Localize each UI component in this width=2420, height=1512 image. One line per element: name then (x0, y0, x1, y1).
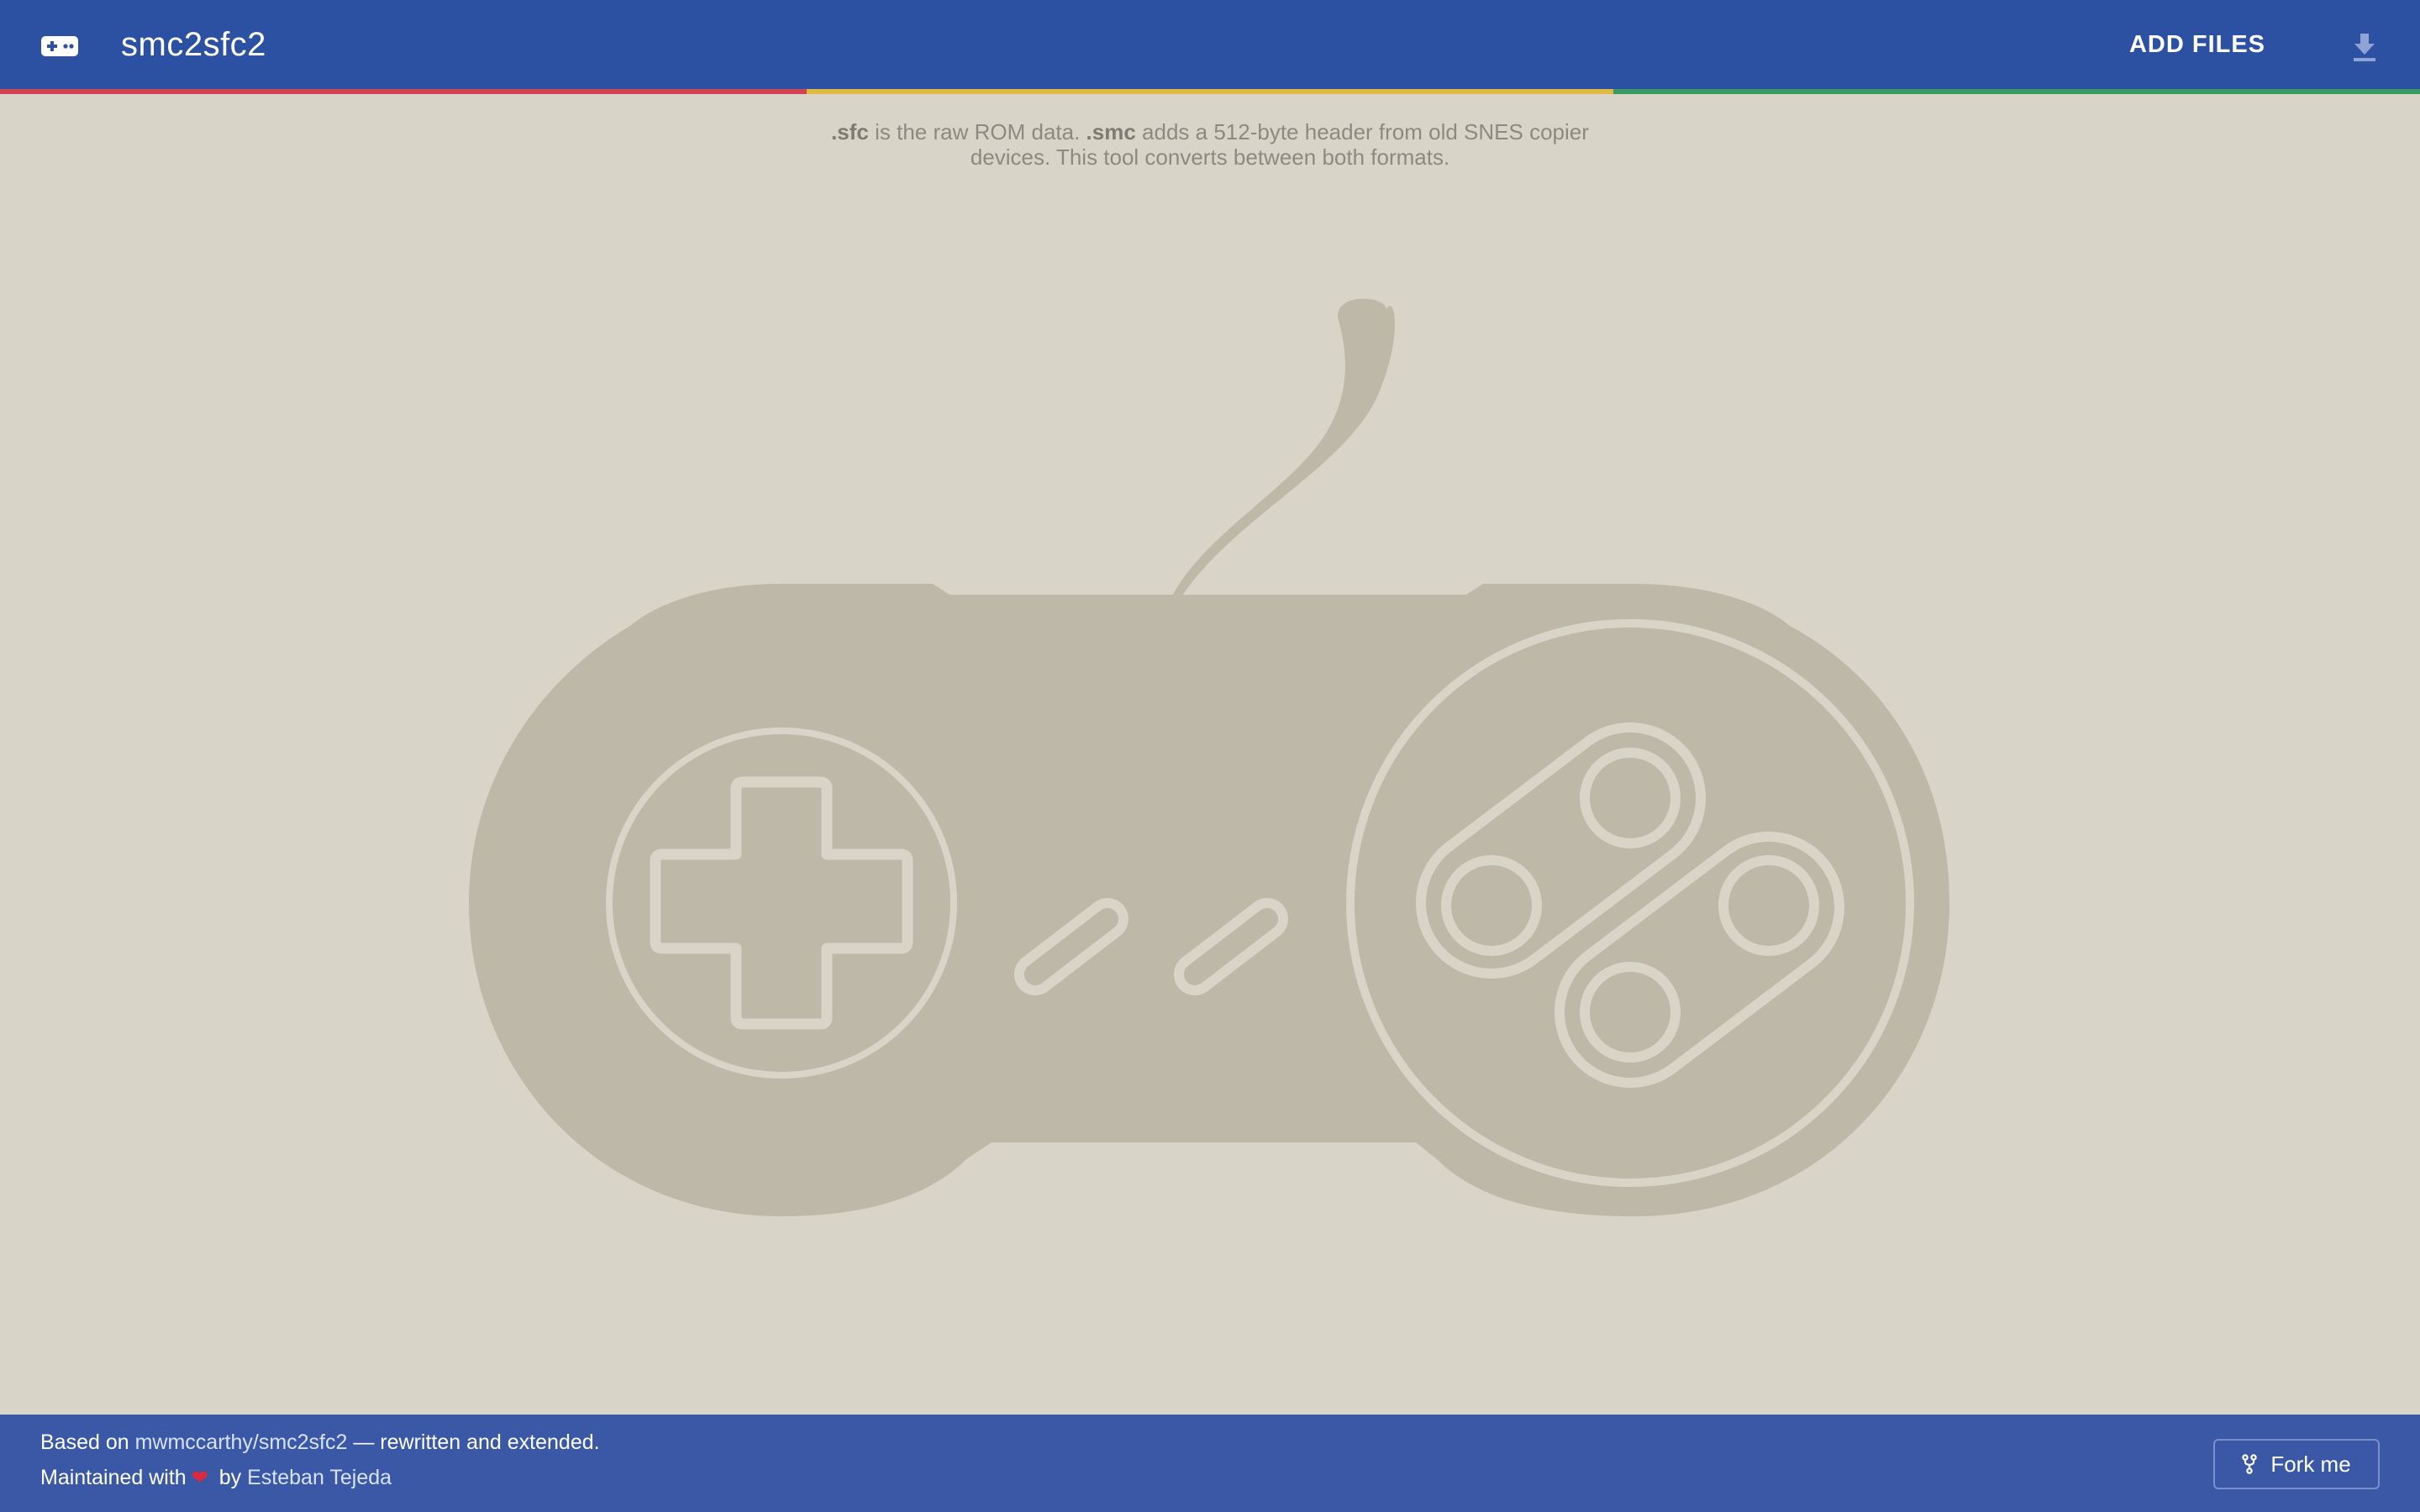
download-button[interactable] (2346, 30, 2383, 64)
git-fork-icon (2242, 1454, 2258, 1474)
intro-text-part-1: is the raw ROM data. (868, 119, 1086, 144)
header-stripe-yellow (807, 89, 1613, 94)
app-footer (0, 1415, 2420, 1512)
intro-text: .sfc is the raw ROM data. .smc adds a 51… (790, 119, 1630, 170)
footer-credit-line: Based on mwmccarthy/smc2sfc2 — rewritten… (40, 1431, 600, 1455)
based-on-suffix: — rewritten and extended. (347, 1431, 600, 1454)
footer-maintainer-line: Maintained with ❤ by Esteban Tejeda (40, 1466, 392, 1490)
fork-me-button[interactable]: Fork me (2213, 1439, 2380, 1489)
header-stripe-green (1613, 89, 2420, 94)
gamepad-icon (41, 36, 78, 56)
app-title: smc2sfc2 (121, 25, 266, 63)
heart-icon: ❤ (191, 1467, 208, 1489)
smc-extension: .smc (1086, 119, 1136, 144)
maintained-by-text: by (213, 1466, 248, 1489)
author-link[interactable]: Esteban Tejeda (247, 1466, 392, 1489)
header-stripe-red (0, 89, 807, 94)
add-files-button[interactable]: ADD FILES (2118, 0, 2277, 89)
sfc-extension: .sfc (831, 119, 869, 144)
app-header: smc2sfc2 ADD FILES (0, 0, 2420, 89)
based-on-prefix: Based on (40, 1431, 135, 1454)
snes-controller-icon (469, 298, 1949, 1216)
maintained-prefix: Maintained with (40, 1466, 187, 1489)
source-repo-link[interactable]: mwmccarthy/smc2sfc2 (135, 1431, 348, 1454)
fork-me-label: Fork me (2270, 1451, 2351, 1477)
download-icon (2354, 34, 2375, 61)
